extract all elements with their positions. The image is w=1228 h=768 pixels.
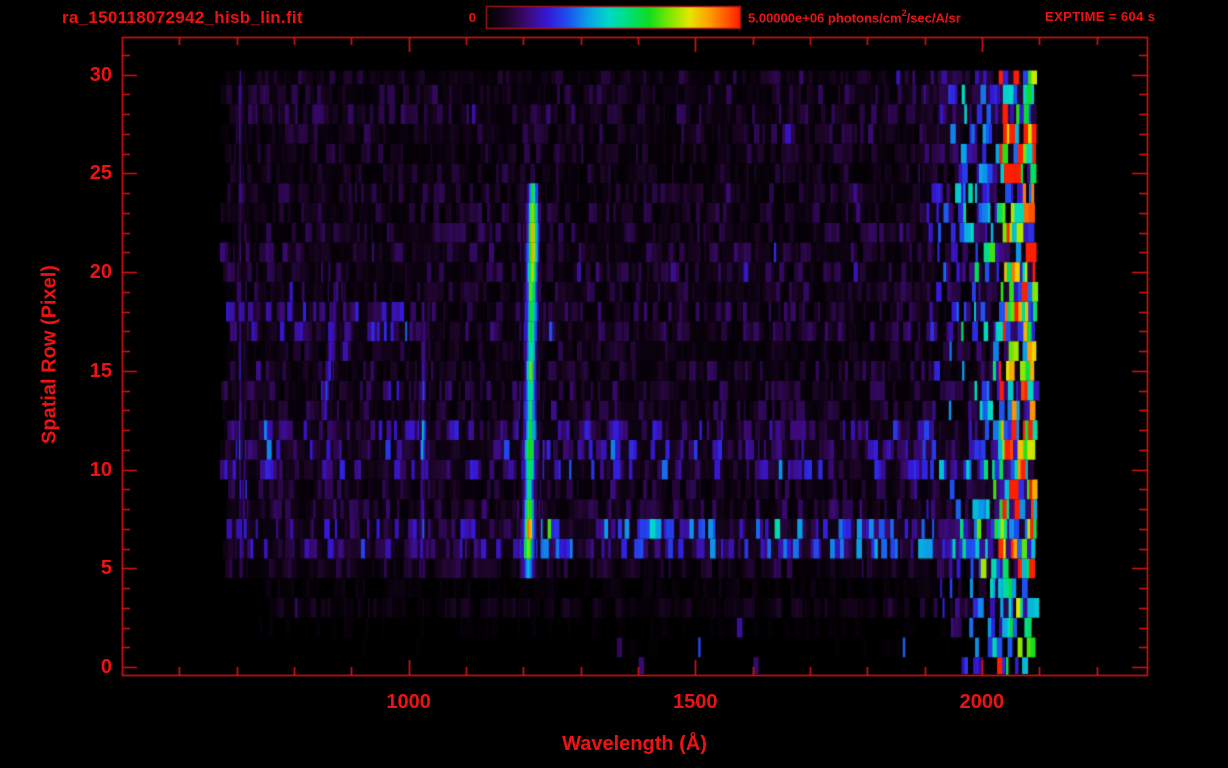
colorbar-max-prefix: 5.00000e+06 photons/cm bbox=[748, 10, 902, 26]
heatmap-canvas bbox=[0, 0, 1228, 768]
colorbar-min-label: 0 bbox=[468, 10, 476, 25]
colorbar-max-superscript: 2 bbox=[901, 8, 907, 18]
colorbar-max-label: 5.00000e+06 photons/cm2/sec/A/sr bbox=[748, 8, 961, 26]
exptime-label: EXPTIME = 604 s bbox=[1045, 9, 1156, 24]
y-tick-label: 10 bbox=[89, 458, 112, 481]
x-tick-label: 1500 bbox=[673, 691, 718, 713]
y-axis-title: Spatial Row (Pixel) bbox=[38, 265, 61, 444]
x-axis-title: Wavelength (Å) bbox=[562, 733, 707, 755]
y-tick-label: 30 bbox=[89, 63, 112, 86]
y-tick-label: 5 bbox=[100, 557, 112, 580]
y-tick-label: 0 bbox=[100, 656, 112, 679]
spectral-image-viewer: ra_150118072942_hisb_lin.fit 0 5.00000e+… bbox=[0, 0, 1228, 768]
y-tick-label: 20 bbox=[89, 261, 112, 284]
y-tick-label: 15 bbox=[89, 359, 112, 382]
y-tick-label: 25 bbox=[89, 162, 112, 185]
plot-title: ra_150118072942_hisb_lin.fit bbox=[62, 8, 303, 27]
x-tick-label: 1000 bbox=[386, 691, 431, 713]
x-tick-label: 2000 bbox=[959, 691, 1005, 713]
colorbar-max-suffix: /sec/A/sr bbox=[906, 10, 961, 26]
